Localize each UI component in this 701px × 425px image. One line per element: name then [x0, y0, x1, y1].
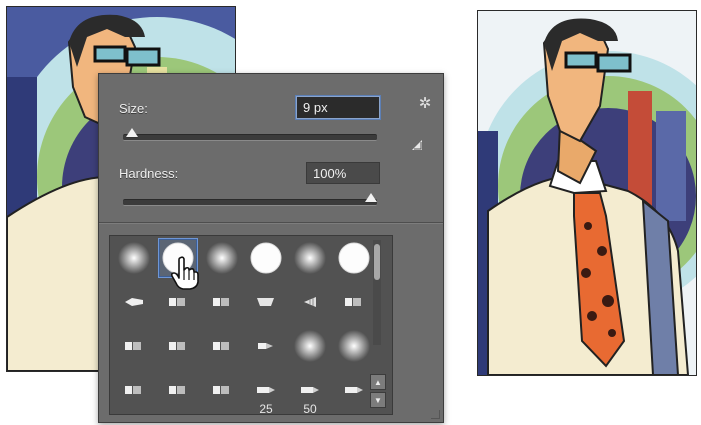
- brush-tip-chisel[interactable]: [202, 370, 242, 410]
- size-slider-thumb[interactable]: [126, 128, 139, 137]
- brush-tip-flat-icon: [257, 298, 274, 306]
- gear-icon[interactable]: ✲: [417, 96, 433, 112]
- brush-tip-pen[interactable]: [114, 282, 154, 322]
- arrow-down-icon[interactable]: ▼: [370, 392, 386, 408]
- hardness-field[interactable]: [306, 162, 380, 184]
- brush-tip-pencil[interactable]: [334, 370, 374, 410]
- brush-tip-chisel-icon: [345, 298, 361, 306]
- brush-tip-soft-round-icon: [294, 330, 326, 362]
- brush-tip-pencil-icon: [345, 387, 363, 393]
- brush-tip-fan[interactable]: [290, 282, 330, 322]
- brush-tip-soft-round[interactable]: [290, 238, 330, 278]
- brush-tip-chisel-icon: [125, 386, 141, 394]
- divider: [99, 222, 443, 224]
- brush-tip-chisel[interactable]: [158, 370, 198, 410]
- size-slider[interactable]: [123, 134, 377, 141]
- scrollbar-thumb[interactable]: [374, 244, 380, 280]
- hardness-slider-thumb[interactable]: [365, 193, 377, 202]
- brush-preset-picker: Size: ✲ Hardness: 25 50 ▲ ▼: [98, 73, 444, 423]
- brush-tip-stub[interactable]: [246, 326, 286, 366]
- brush-tip-chisel-icon: [213, 298, 229, 306]
- brush-tip-pencil[interactable]: 50: [290, 370, 330, 416]
- brush-tip-chisel[interactable]: [158, 326, 198, 366]
- artwork-result-illustration: [478, 11, 696, 375]
- brush-tip-soft-round-icon: [118, 242, 150, 274]
- brush-tip-size-label: 50: [303, 402, 317, 416]
- brush-tip-soft-round[interactable]: [202, 238, 242, 278]
- brush-tip-pencil-icon: [257, 387, 275, 393]
- brush-tip-chisel[interactable]: [334, 282, 374, 322]
- resize-grip[interactable]: [431, 410, 440, 419]
- brush-tip-chisel-icon: [169, 342, 185, 350]
- hardness-slider[interactable]: [123, 199, 377, 206]
- brush-tip-chisel[interactable]: [114, 326, 154, 366]
- brush-tip-pencil-icon: [301, 387, 319, 393]
- brush-tip-grid: 25 50: [109, 235, 393, 416]
- hardness-label: Hardness:: [119, 166, 179, 181]
- brush-tip-chisel[interactable]: [202, 282, 242, 322]
- brush-tip-chisel-icon: [125, 342, 141, 350]
- brush-tip-soft-round[interactable]: [114, 238, 154, 278]
- brush-tip-chisel[interactable]: [114, 370, 154, 410]
- size-label: Size:: [119, 101, 148, 116]
- brush-tip-fan-icon: [304, 297, 316, 307]
- brush-tip-hard-round[interactable]: [246, 238, 286, 278]
- brush-tip-pen-icon: [125, 298, 143, 306]
- brush-tip-chisel-icon: [213, 386, 229, 394]
- brush-tip-size-label: 25: [259, 402, 273, 416]
- brush-tip-hard-round[interactable]: [334, 238, 374, 278]
- brush-tip-flat[interactable]: [246, 282, 286, 322]
- brush-tip-soft-round-icon: [206, 242, 238, 274]
- brush-tip-chisel[interactable]: [202, 326, 242, 366]
- brush-tip-chisel-icon: [213, 342, 229, 350]
- artwork-result: [477, 10, 697, 376]
- brush-tip-soft-round-icon: [294, 242, 326, 274]
- brush-tip-soft-round-icon: [338, 330, 370, 362]
- brush-angle-icon[interactable]: [410, 138, 424, 152]
- hand-pointer-icon: [170, 256, 199, 290]
- brush-tip-soft-round[interactable]: [334, 326, 374, 366]
- brush-tip-soft-round[interactable]: [290, 326, 330, 366]
- brush-tip-pencil[interactable]: 25: [246, 370, 286, 416]
- brush-tip-hard-round-icon: [338, 242, 370, 274]
- brush-tip-chisel-icon: [169, 386, 185, 394]
- brush-tip-hard-round-icon: [250, 242, 282, 274]
- size-field[interactable]: [296, 96, 380, 119]
- brush-tip-stub-icon: [258, 343, 273, 349]
- brush-tip-chisel-icon: [169, 298, 185, 306]
- arrow-up-icon[interactable]: ▲: [370, 374, 386, 390]
